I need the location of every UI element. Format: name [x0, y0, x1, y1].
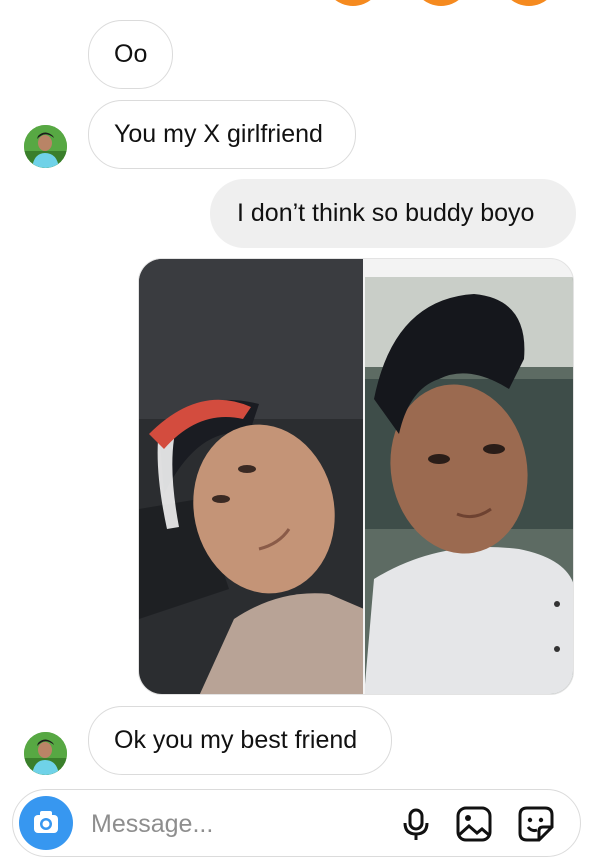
camera-icon [34, 811, 58, 833]
sender-avatar[interactable] [24, 732, 67, 775]
message-text: I don’t think so buddy boyo [237, 199, 535, 227]
microphone-icon [403, 808, 429, 840]
sticker-icon [518, 806, 554, 842]
sender-avatar[interactable] [24, 125, 67, 168]
message-text: Oo [114, 40, 148, 68]
message-bubble-incoming[interactable]: Oo [88, 20, 174, 89]
message-text: Ok you my best friend [114, 726, 358, 754]
camera-button[interactable] [19, 796, 73, 850]
message-bubble-incoming[interactable]: Ok you my best friend [88, 706, 392, 775]
reaction-emoji[interactable] [412, 0, 470, 6]
reaction-emoji[interactable] [324, 0, 382, 6]
gallery-button[interactable] [455, 805, 493, 843]
gallery-icon [456, 806, 492, 842]
message-bubble-incoming[interactable]: You my X girlfriend [88, 100, 356, 169]
sticker-button[interactable] [517, 805, 555, 843]
voice-message-button[interactable] [397, 805, 435, 843]
message-bubble-outgoing[interactable]: I don’t think so buddy boyo [210, 179, 576, 248]
photo-message[interactable] [138, 258, 574, 695]
message-text: You my X girlfriend [114, 120, 323, 148]
reaction-emoji[interactable] [500, 0, 558, 6]
message-composer [12, 789, 581, 857]
photo-collage-image [139, 259, 573, 694]
message-input[interactable] [89, 804, 383, 844]
